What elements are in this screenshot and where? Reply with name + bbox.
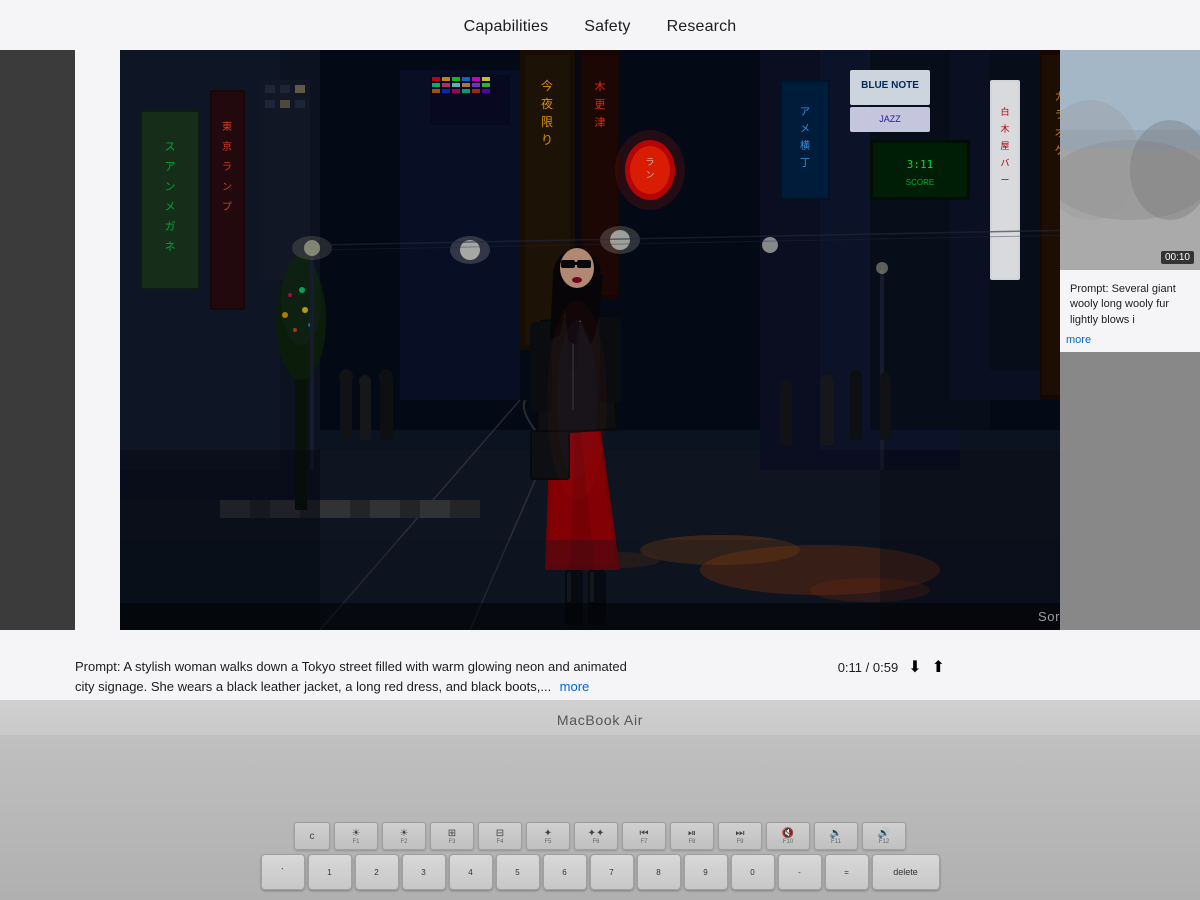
key-6[interactable]: 6 — [543, 854, 587, 890]
video-info-bar: Sora — [120, 603, 1080, 630]
key-1[interactable]: 1 — [308, 854, 352, 890]
key-f3[interactable]: ⊞ F3 — [430, 822, 474, 850]
fn-key-row: c ☀ F1 ☀ F2 ⊞ F3 ⊟ F4 ✦ F5 ✦✦ F6 — [0, 822, 1200, 850]
side-video-right: 00:10 Prompt: Several giant wooly long w… — [1060, 50, 1200, 630]
right-thumb-info: Prompt: Several giant wooly long wooly f… — [1060, 270, 1200, 352]
key-7[interactable]: 7 — [590, 854, 634, 890]
key-2[interactable]: 2 — [355, 854, 399, 890]
key-0[interactable]: 0 — [731, 854, 775, 890]
nav-safety[interactable]: Safety — [584, 18, 630, 36]
screen-area: Capabilities Safety Research — [0, 0, 1200, 700]
prompt-more-link[interactable]: more — [560, 679, 590, 694]
key-f8[interactable]: ⏯ F8 — [670, 822, 714, 850]
share-button[interactable]: ⬆ — [932, 657, 945, 677]
key-fn-left-extra[interactable]: c — [294, 822, 330, 850]
key-minus[interactable]: - — [778, 854, 822, 890]
key-3[interactable]: 3 — [402, 854, 446, 890]
key-f12[interactable]: 🔊 F12 — [862, 822, 906, 850]
right-thumb-top: 00:10 — [1060, 50, 1200, 270]
key-9[interactable]: 9 — [684, 854, 728, 890]
macbook-label: MacBook Air — [557, 712, 643, 728]
macbook-bezel: MacBook Air — [0, 700, 1200, 740]
key-f7[interactable]: ⏮ F7 — [622, 822, 666, 850]
video-prompt-text: Prompt: A stylish woman walks down a Tok… — [75, 657, 635, 696]
key-c-icon: c — [310, 831, 315, 842]
nav-capabilities[interactable]: Capabilities — [464, 18, 549, 36]
main-video[interactable]: ス ア ン メ ガ ネ 東 京 ラ ン プ — [120, 50, 1080, 630]
key-f5[interactable]: ✦ F5 — [526, 822, 570, 850]
video-time-display: 0:11 / 0:59 — [838, 660, 898, 675]
key-f11[interactable]: 🔉 F11 — [814, 822, 858, 850]
content-area: ス ア ン メ ガ ネ 東 京 ラ ン プ — [0, 50, 1200, 700]
key-f2[interactable]: ☀ F2 — [382, 822, 426, 850]
right-thumb-time: 00:10 — [1161, 251, 1194, 264]
nav-research[interactable]: Research — [667, 18, 737, 36]
key-backtick[interactable]: ` — [261, 854, 305, 890]
left-side-panel — [0, 50, 75, 630]
nav-bar: Capabilities Safety Research — [0, 0, 1200, 50]
video-scene: ス ア ン メ ガ ネ 東 京 ラ ン プ — [120, 50, 1080, 630]
video-controls-right: 0:11 / 0:59 ⬇ ⬆ — [838, 657, 945, 677]
keyboard-area: c ☀ F1 ☀ F2 ⊞ F3 ⊟ F4 ✦ F5 ✦✦ F6 — [0, 735, 1200, 900]
key-8[interactable]: 8 — [637, 854, 681, 890]
key-4[interactable]: 4 — [449, 854, 493, 890]
key-f4[interactable]: ⊟ F4 — [478, 822, 522, 850]
key-row-numbers: ` 1 2 3 4 5 6 7 8 9 0 - = delete — [0, 854, 1200, 890]
download-button[interactable]: ⬇ — [908, 657, 921, 677]
key-f10[interactable]: 🔇 F10 — [766, 822, 810, 850]
key-equals[interactable]: = — [825, 854, 869, 890]
key-5[interactable]: 5 — [496, 854, 540, 890]
right-thumb-prompt: Prompt: Several giant wooly long wooly f… — [1066, 276, 1194, 334]
right-thumb-more[interactable]: more — [1066, 334, 1194, 346]
key-f9[interactable]: ⏭ F9 — [718, 822, 762, 850]
key-f1[interactable]: ☀ F1 — [334, 822, 378, 850]
prompt-text: Prompt: A stylish woman walks down a Tok… — [75, 659, 627, 694]
key-delete[interactable]: delete — [872, 854, 940, 890]
video-description-bar: Prompt: A stylish woman walks down a Tok… — [75, 649, 945, 700]
key-f6[interactable]: ✦✦ F6 — [574, 822, 618, 850]
